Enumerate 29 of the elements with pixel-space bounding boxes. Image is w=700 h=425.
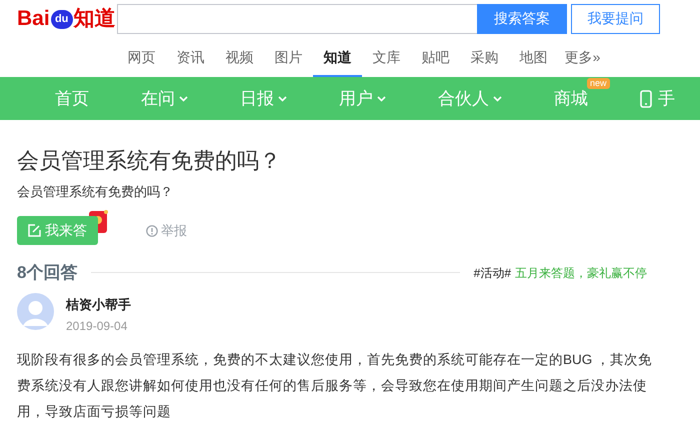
edit-icon [28, 224, 41, 237]
channel-tab[interactable]: 贴吧 [411, 36, 460, 77]
answer-text: 现阶段有很多的会员管理系统，免费的不太建议您使用，首先免费的系统可能存在一定的BUG ，其次免费系统没有人跟您讲解如何使用也没有任何的售后服务等，会导致您在使用期间产生问题之后没办法使用，导致店面亏损等问题 [17, 351, 653, 421]
chevron-down-icon [493, 96, 502, 102]
phone-icon [640, 90, 652, 108]
warning-icon [146, 224, 158, 236]
search-button[interactable]: 搜索答案 [477, 4, 567, 34]
channel-tab[interactable]: 网页 [117, 36, 166, 77]
activity-tag[interactable]: #活动# [474, 264, 511, 282]
logo[interactable]: Bai du 知道 [17, 8, 117, 29]
channel-tab[interactable]: 更多» [558, 36, 607, 77]
question-description: 会员管理系统有免费的吗？ [17, 183, 174, 201]
channel-tab[interactable]: 资讯 [166, 36, 215, 77]
answer-count: 8个回答 [17, 262, 78, 284]
author-name[interactable]: 桔资小帮手 [66, 294, 131, 314]
chevron-down-icon [377, 96, 386, 102]
channel-tab[interactable]: 文库 [362, 36, 411, 77]
new-badge: new [587, 78, 610, 89]
channel-tab[interactable]: 采购 [460, 36, 509, 77]
search-field[interactable] [117, 4, 477, 34]
answer-date: 2019-09-04 [66, 318, 128, 335]
chevron-down-icon [278, 96, 287, 102]
channel-tab[interactable]: 视频 [215, 36, 264, 77]
channel-tab[interactable]: 地图 [509, 36, 558, 77]
question-title: 会员管理系统有免费的吗？ [17, 147, 282, 175]
chevron-down-icon [179, 96, 188, 102]
channel-tab[interactable]: 图片 [264, 36, 313, 77]
avatar [17, 292, 54, 330]
ask-button[interactable]: 我要提问 [571, 4, 660, 34]
